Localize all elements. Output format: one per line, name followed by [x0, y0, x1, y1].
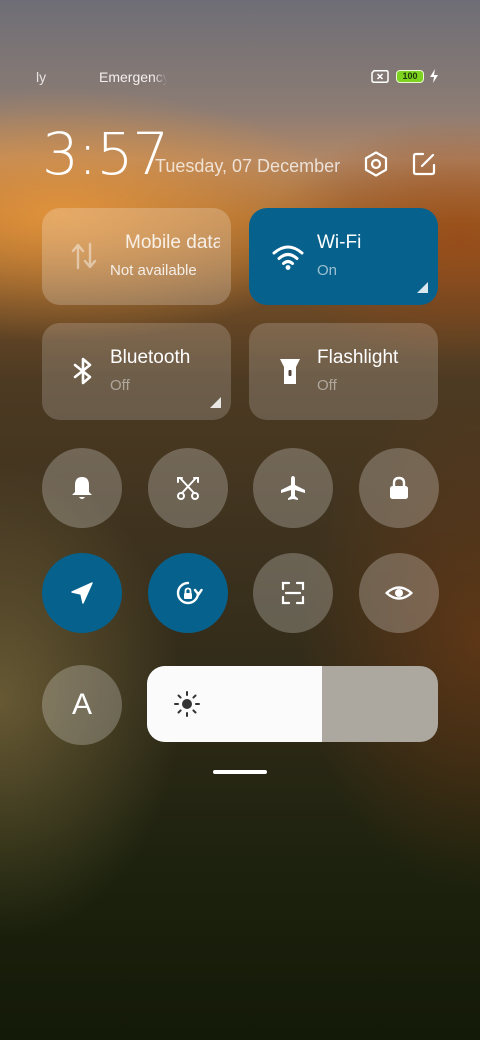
toggle-auto-brightness[interactable]: A: [42, 665, 122, 745]
airplane-icon: [281, 476, 305, 500]
toggle-reading-mode[interactable]: [359, 553, 439, 633]
toggle-scanner[interactable]: [253, 553, 333, 633]
toggle-rotation-lock[interactable]: [148, 553, 228, 633]
toggle-airplane[interactable]: [253, 448, 333, 528]
lock-icon: [390, 476, 408, 499]
charging-bolt-icon: [430, 69, 438, 83]
scan-icon: [281, 581, 305, 605]
eye-icon: [385, 586, 413, 600]
brightness-slider[interactable]: [147, 666, 438, 742]
status-bar: ly Emergency calls only 100: [0, 64, 480, 90]
panel-drag-handle[interactable]: [213, 770, 267, 774]
wifi-icon: [272, 245, 304, 270]
toggle-location[interactable]: [42, 553, 122, 633]
status-carrier-text: ly: [36, 69, 47, 85]
tile-mobile-data[interactable]: Mobile data Not available: [42, 208, 231, 305]
tile-label: Mobile data: [125, 232, 220, 253]
battery-indicator: 100: [396, 70, 424, 83]
toggle-screenshot[interactable]: [148, 448, 228, 528]
toggle-mute[interactable]: [42, 448, 122, 528]
tile-status: Off: [110, 377, 130, 394]
tile-label: Wi-Fi: [317, 232, 362, 253]
date-label: Tuesday, 07 December: [155, 156, 341, 176]
screenshot-scissors-icon: [177, 477, 199, 500]
no-sim-icon: [371, 70, 389, 83]
mobile-data-icon: [71, 242, 97, 270]
tile-label: Bluetooth: [110, 347, 191, 368]
tile-status: On: [317, 262, 338, 279]
tile-flashlight[interactable]: Flashlight Off: [249, 323, 438, 420]
sun-icon: [174, 691, 200, 717]
expand-corner-icon[interactable]: [210, 397, 221, 408]
tile-status: Not available: [110, 262, 197, 279]
toggle-lock-screen[interactable]: [359, 448, 439, 528]
rotation-lock-icon: [176, 581, 203, 605]
flashlight-icon: [280, 359, 300, 384]
clock-time: 3:57: [42, 120, 169, 188]
expand-corner-icon[interactable]: [417, 282, 428, 293]
bell-icon: [72, 477, 92, 499]
tile-wifi[interactable]: Wi-Fi On: [249, 208, 438, 305]
status-emergency-text: Emergency calls only: [99, 69, 167, 85]
location-icon: [71, 582, 93, 604]
edit-icon[interactable]: [410, 150, 438, 178]
tile-status: Off: [317, 377, 337, 394]
settings-hexagon-icon[interactable]: [362, 150, 390, 178]
tile-bluetooth[interactable]: Bluetooth Off: [42, 323, 231, 420]
auto-brightness-label: A: [71, 688, 92, 721]
bluetooth-icon: [73, 357, 92, 385]
tile-label: Flashlight: [317, 347, 399, 368]
